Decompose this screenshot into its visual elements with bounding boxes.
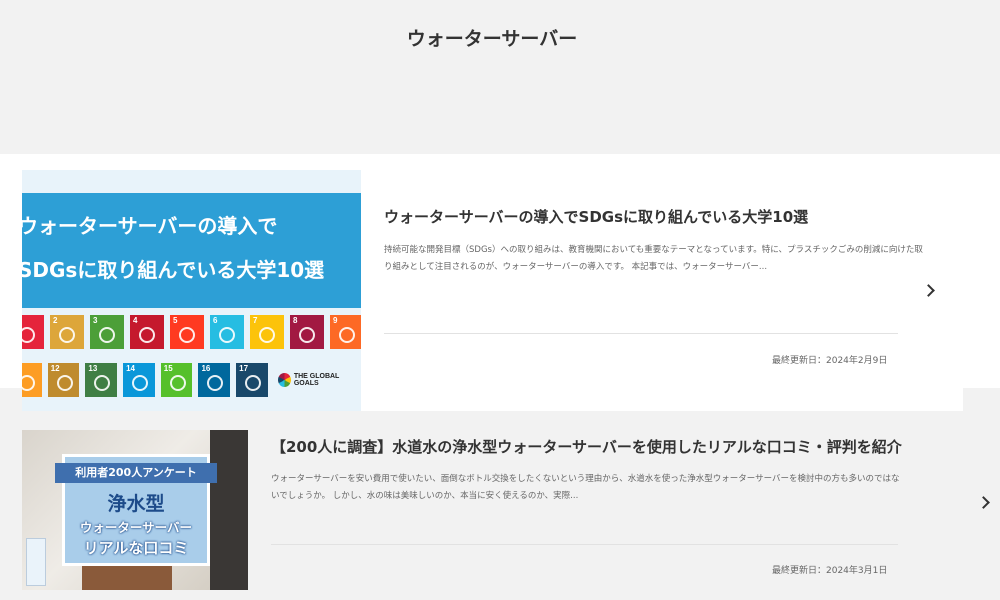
sdg-goal-number: 7: [253, 316, 258, 325]
sdg-goal-symbol: [299, 327, 315, 343]
article-title[interactable]: ウォーターサーバーの導入でSDGsに取り組んでいる大学10選: [384, 206, 808, 227]
sdg-icons-row-2: 11 12 13 14 15 16 17 THE GLOBAL GOALS: [22, 363, 361, 397]
sdg-goal-1-icon: 1: [22, 315, 44, 349]
sdg-goal-symbol: [207, 375, 224, 391]
sdg-goal-number: 15: [163, 364, 173, 373]
sdg-goal-symbol: [99, 327, 115, 343]
card-divider: [271, 544, 898, 545]
sdg-goal-number: 14: [126, 364, 135, 373]
article-card-filter-water-server[interactable]: 利用者200人アンケート 浄水型 ウォーターサーバー リアルな口コミ 【200人…: [22, 430, 1000, 600]
sdg-goal-number: 12: [50, 364, 60, 373]
sdg-goal-symbol: [339, 327, 355, 343]
sdg-goal-number: 16: [201, 364, 211, 373]
article-excerpt: ウォーターサーバーを安い費用で使いたい、面倒なボトル交換をしたくないという理由か…: [271, 474, 900, 501]
sdg-goal-symbol: [139, 327, 155, 343]
sdg-goal-number: 6: [213, 316, 218, 325]
thumbnail-heading: 浄水型: [107, 493, 165, 515]
sdg-goal-9-icon: 9: [330, 315, 361, 349]
sdg-goal-12-icon: 12: [47, 363, 80, 397]
sdg-goal-15-icon: 15: [160, 363, 193, 397]
chevron-right-icon[interactable]: [977, 496, 990, 509]
chevron-right-icon[interactable]: [922, 284, 935, 297]
sdg-goal-4-icon: 4: [130, 315, 164, 349]
sdg-goal-number: 2: [53, 316, 58, 325]
sdg-icons-row-1: 12 3 4 5 6 7 8 9: [22, 315, 361, 349]
sdg-goal-number: 8: [293, 316, 298, 325]
sdg-goal-symbol: [245, 375, 262, 391]
sdg-goal-14-icon: 14: [123, 363, 155, 397]
article-excerpt: 持続可能な開発目標（SDGs）への取り組みは、教育機関においても重要なテーマとな…: [384, 245, 923, 272]
sdg-goal-number: 4: [133, 316, 138, 325]
sdg-goal-8-icon: 8: [290, 315, 324, 349]
thumbnail-photo-dark-area: [210, 430, 248, 590]
global-goals-wheel-icon: [277, 373, 291, 387]
thumbnail-subheading-2: リアルな口コミ: [83, 539, 189, 557]
sdg-goal-11-icon: 11: [22, 363, 42, 397]
sdg-goal-symbol: [132, 375, 149, 391]
thumbnail-photo-bottle: [26, 538, 46, 586]
card-divider: [384, 333, 898, 334]
sdg-goal-13-icon: 13: [85, 363, 118, 397]
sdg-goal-16-icon: 16: [198, 363, 231, 397]
article-updated-date: 最終更新日：2024年3月1日: [772, 566, 888, 576]
sdg-goal-symbol: [94, 375, 111, 391]
thumbnail-survey-tag: 利用者200人アンケート: [55, 463, 217, 483]
sdg-goal-number: 9: [333, 316, 338, 325]
thumbnail-banner: ウォーターサーバーの導入で SDGsに取り組んでいる大学10選: [22, 193, 361, 308]
page-title: ウォーターサーバー: [406, 28, 578, 50]
sdg-goal-17-icon: 17: [236, 363, 268, 397]
sdg-goal-number: 5: [173, 316, 178, 325]
sdg-goal-number: 17: [239, 364, 249, 373]
sdg-goal-2-icon: 2: [50, 315, 84, 349]
sdg-goal-6-icon: 6: [210, 315, 244, 349]
thumbnail-text-panel: 利用者200人アンケート 浄水型 ウォーターサーバー リアルな口コミ: [55, 454, 217, 566]
sdg-goal-7-icon: 7: [250, 315, 284, 349]
sdg-goal-symbol: [59, 327, 75, 343]
sdg-goal-symbol: [219, 327, 235, 343]
sdg-goal-symbol: [22, 375, 35, 391]
thumbnail-subheading: ウォーターサーバー: [79, 520, 193, 535]
sdg-goal-symbol: [56, 375, 73, 391]
global-goals-logo: THE GLOBAL GOALS: [277, 363, 361, 397]
global-goals-label: THE GLOBAL GOALS: [293, 373, 340, 387]
thumbnail-line-1: ウォーターサーバーの導入で: [22, 214, 278, 238]
sdg-goal-5-icon: 5: [170, 315, 204, 349]
sdg-goal-symbol: [259, 327, 275, 343]
article-updated-date: 最終更新日：2024年2月9日: [772, 356, 888, 366]
article-thumbnail-sdgs[interactable]: ウォーターサーバーの導入で SDGsに取り組んでいる大学10選 12 3 4 5 6 7 8…: [22, 170, 361, 411]
article-thumbnail-filter-water-server[interactable]: 利用者200人アンケート 浄水型 ウォーターサーバー リアルな口コミ: [22, 430, 248, 590]
thumbnail-line-2: SDGsに取り組んでいる大学10選: [22, 258, 325, 282]
sdg-goal-number: 13: [88, 364, 98, 373]
article-card-sdgs[interactable]: ウォーターサーバーの導入で SDGsに取り組んでいる大学10選 12 3 4 5 6 7 8…: [22, 170, 963, 411]
sdg-goal-number: 3: [93, 316, 98, 325]
sdg-goal-symbol: [22, 327, 35, 343]
sdg-goal-3-icon: 3: [90, 315, 124, 349]
article-title[interactable]: 【200人に調査】水道水の浄水型ウォーターサーバーを使用したリアルな口コミ・評判…: [271, 436, 902, 457]
sdg-goal-symbol: [169, 375, 186, 391]
sdg-goal-symbol: [179, 327, 195, 343]
